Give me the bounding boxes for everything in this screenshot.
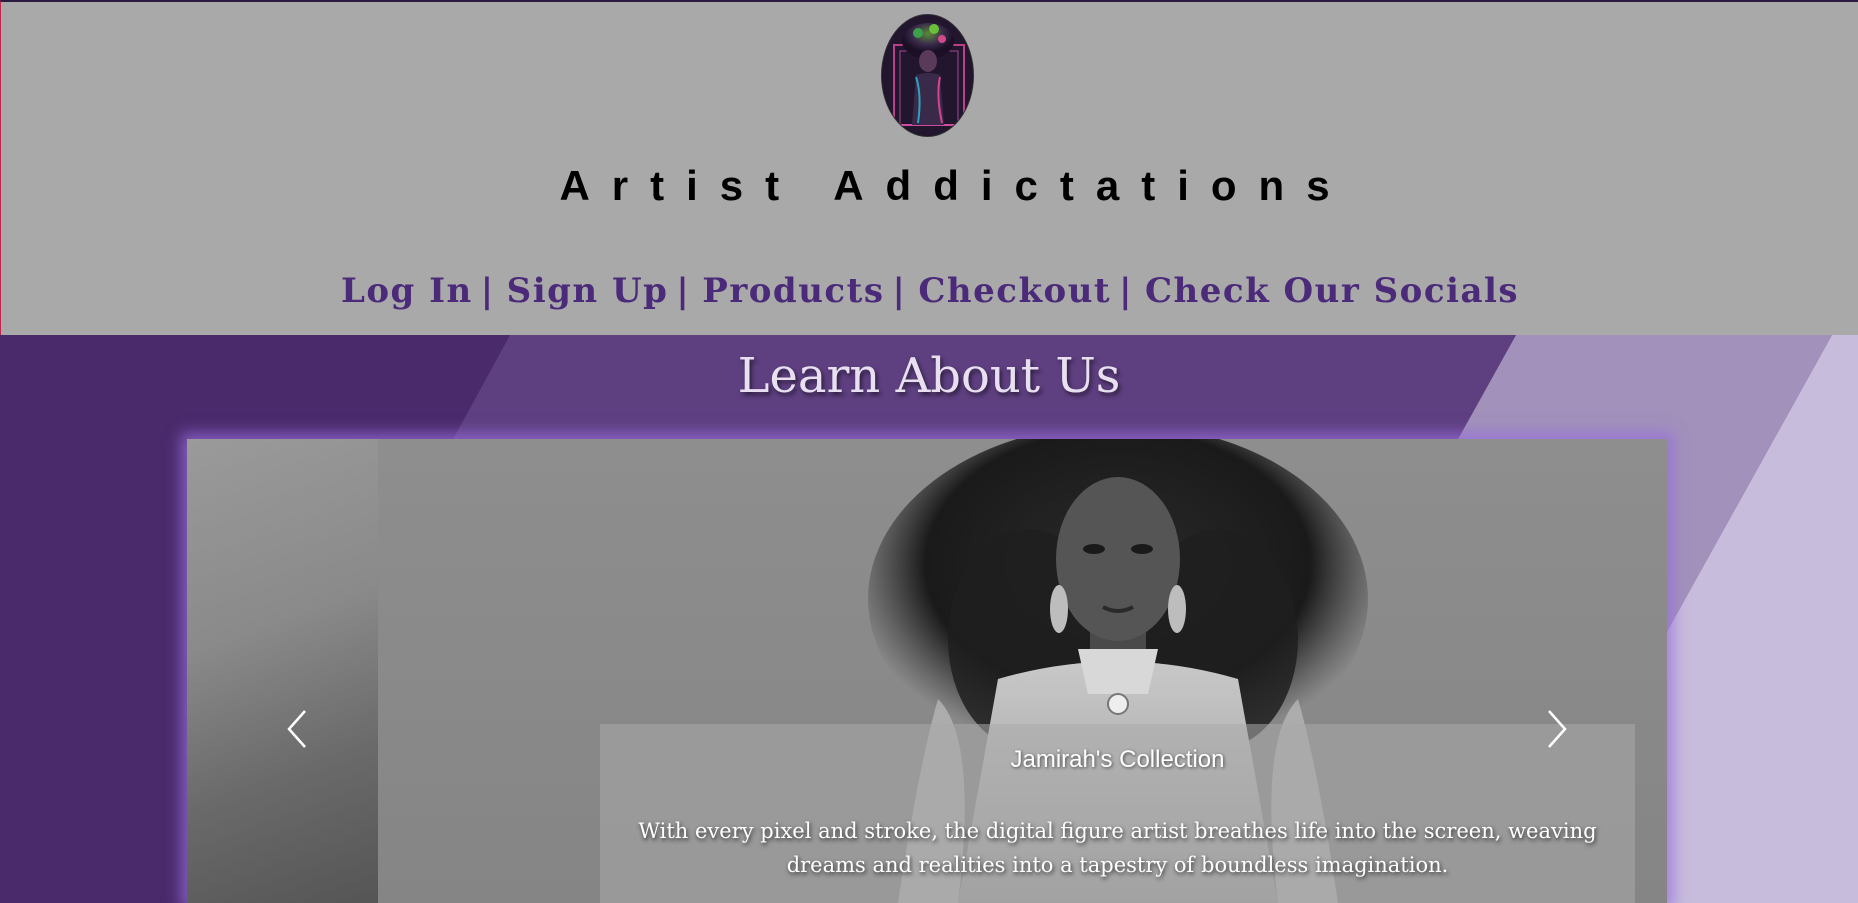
- nav-products-link[interactable]: Products: [702, 271, 884, 311]
- nav-socials-link[interactable]: Check Our Socials: [1145, 271, 1519, 311]
- caption-text: With every pixel and stroke, the digital…: [638, 819, 1597, 877]
- carousel-next-button[interactable]: [1537, 699, 1577, 759]
- nav-separator: |: [480, 271, 495, 311]
- logo-artwork: [882, 15, 973, 136]
- carousel-side-slide: [187, 439, 378, 903]
- site-title: Artist Addictations: [559, 162, 1352, 209]
- section-title: Learn About Us: [737, 348, 1121, 404]
- chevron-right-icon: [1548, 710, 1567, 748]
- nav-separator: |: [676, 271, 691, 311]
- carousel-prev-button[interactable]: [277, 699, 317, 759]
- nav-login-link[interactable]: Log In: [341, 271, 473, 311]
- logo[interactable]: [881, 14, 974, 137]
- chevron-left-icon: [287, 710, 306, 748]
- nav-checkout-link[interactable]: Checkout: [918, 271, 1111, 311]
- site-header: Artist Addictations Log In | Sign Up | Produ…: [0, 0, 1858, 335]
- caption-title: Jamirah's Collection: [1010, 746, 1225, 773]
- nav-signup-link[interactable]: Sign Up: [507, 271, 669, 311]
- nav-separator: |: [892, 271, 907, 311]
- image-carousel[interactable]: Jamirah's Collection With every pixel an…: [187, 439, 1667, 903]
- main-nav: Log In | Sign Up | Products | Checkout | Check O…: [1, 266, 1858, 316]
- nav-separator: |: [1119, 271, 1133, 311]
